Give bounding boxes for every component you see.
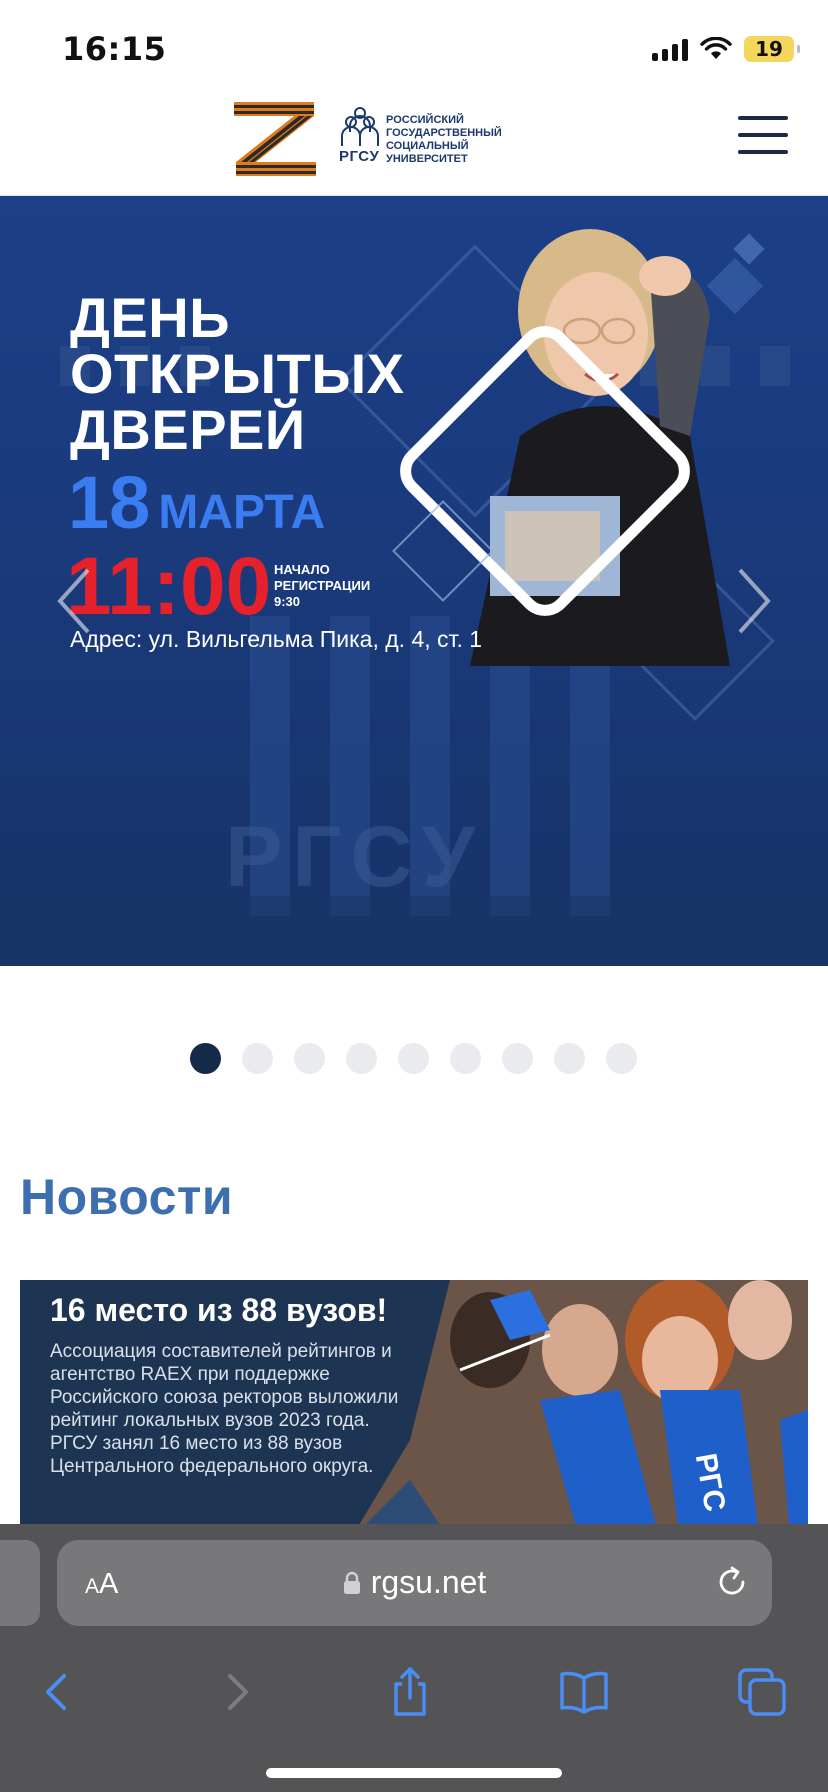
building-letters: РГСУ [225,809,477,905]
status-bar: 16:15 19 [0,0,828,100]
bookmarks-icon[interactable] [556,1664,612,1720]
slide-title-line2: ОТКРЫТЫХ [70,342,405,405]
slider-dot-4[interactable] [346,1043,377,1074]
previous-tab-preview[interactable] [0,1540,40,1626]
url-text: rgsu.net [370,1564,487,1600]
news-heading: Новости [20,1169,234,1225]
tabs-icon[interactable] [734,1664,790,1720]
registration-time: 9:30 [274,594,301,609]
university-name: Российский государственный социальный ун… [386,114,502,165]
slide-title-line1: ДЕНЬ [70,286,230,349]
registration-line2: РЕГИСТРАЦИИ [274,578,371,593]
slide-date-day: 18 [68,461,151,544]
slider-dot-6[interactable] [450,1043,481,1074]
slide-title: ДЕНЬ ОТКРЫТЫХ ДВЕРЕЙ [70,290,405,458]
registration-info: НАЧАЛО РЕГИСТРАЦИИ 9:30 [274,562,404,610]
address-bar[interactable]: AA rgsu.net [57,1540,772,1626]
chevron-right-icon [738,568,771,634]
slide-time: 11:00 [66,541,272,632]
slide-address: Адрес: ул. Вильгельма Пика, д. 4, ст. 1 [70,626,483,652]
slider-dot-8[interactable] [554,1043,585,1074]
wifi-icon [700,37,732,59]
news-card-headline: 16 место из 88 вузов! [50,1292,388,1328]
site-header: РГСУ Российский государственный социальн… [0,100,828,196]
menu-button[interactable] [738,116,788,154]
university-abbreviation: РГСУ [339,148,380,165]
share-icon[interactable] [382,1664,438,1720]
slider-dot-7[interactable] [502,1043,533,1074]
slider-prev-button[interactable] [56,566,92,636]
status-time: 16:15 [62,30,167,68]
slider-dot-9[interactable] [606,1043,637,1074]
slider-dot-3[interactable] [294,1043,325,1074]
slider-pagination [190,1043,637,1074]
signal-icon [652,37,688,61]
hero-slider[interactable]: РГСУ ДЕНЬ ОТКРЫТЫХ ДВЕРЕЙ 18 МАРТА 11:00 … [0,196,828,966]
menu-icon [738,116,788,120]
slider-dot-5[interactable] [398,1043,429,1074]
slide-date: 18 МАРТА [68,460,325,545]
news-card[interactable]: РГС 16 место из 88 вузов! Ассоциация сос… [20,1280,808,1540]
slider-dot-1[interactable] [190,1043,221,1074]
browser-bar: AA rgsu.net [0,1524,828,1792]
slide-date-month: МАРТА [158,486,326,539]
battery-icon: 19 [744,36,800,62]
slider-next-button[interactable] [736,566,772,636]
reload-icon[interactable] [714,1564,750,1600]
browser-toolbar [0,1654,828,1734]
home-indicator [266,1768,562,1778]
url-display: rgsu.net [57,1564,772,1601]
z-logo[interactable] [232,100,320,180]
lock-icon [343,1571,360,1594]
status-icons: 19 [652,34,800,64]
forward-icon[interactable] [208,1664,264,1720]
registration-line1: НАЧАЛО [274,562,330,577]
back-icon[interactable] [30,1664,86,1720]
slide-title-line3: ДВЕРЕЙ [70,398,306,461]
chevron-left-icon [57,568,90,634]
news-card-text: Ассоциация составителей рейтингов и аген… [50,1341,399,1477]
slider-dot-2[interactable] [242,1043,273,1074]
